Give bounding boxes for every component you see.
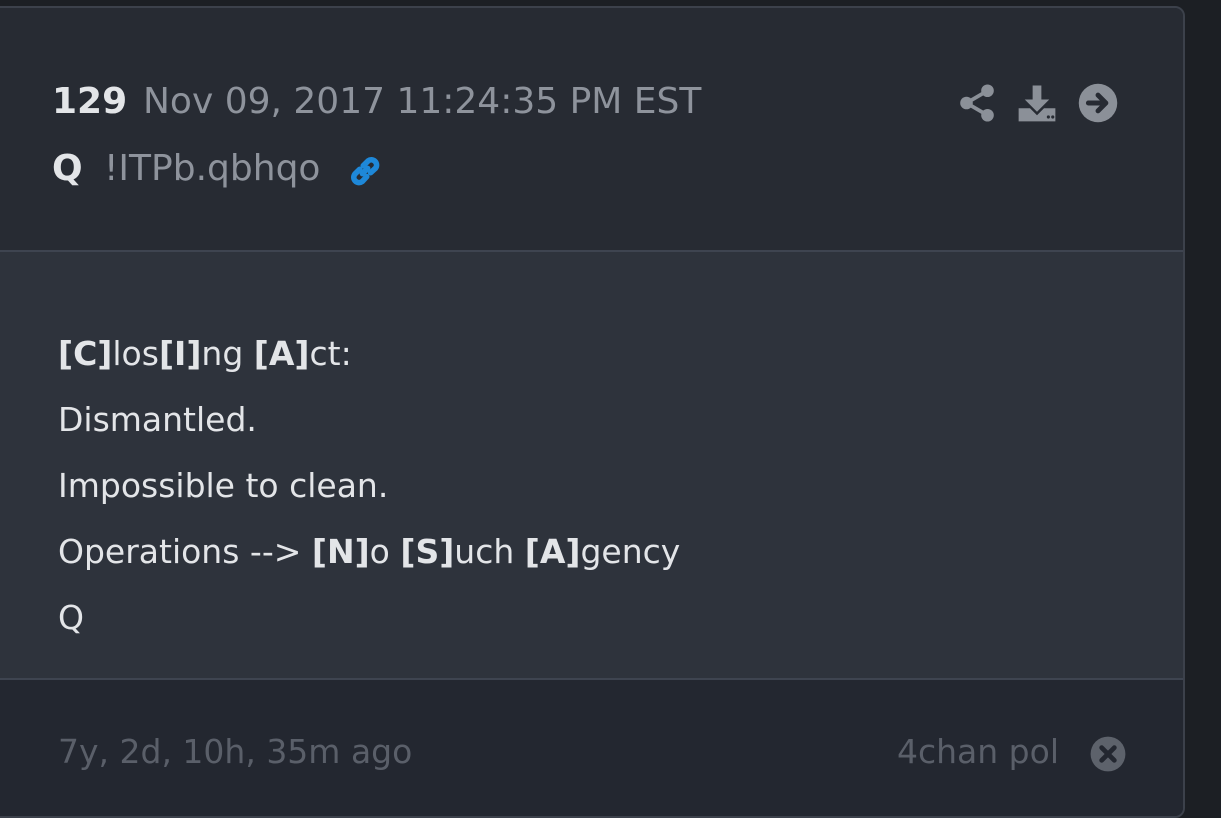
post-line-3: Impossible to clean. bbox=[58, 466, 389, 505]
share-icon[interactable] bbox=[956, 82, 998, 124]
post-line-1: [C]los[I]ng [A]ct: bbox=[58, 334, 352, 373]
post-footer: 7y, 2d, 10h, 35m ago 4chan pol bbox=[0, 678, 1183, 816]
post-card: 129 Nov 09, 2017 11:24:35 PM EST Q !ITPb… bbox=[0, 6, 1185, 818]
link-icon[interactable] bbox=[344, 150, 386, 192]
post-line-4: Operations --> [N]o [S]uch [A]gency bbox=[58, 532, 681, 571]
arrow-right-circle-icon[interactable] bbox=[1077, 82, 1119, 124]
post-source: 4chan pol bbox=[897, 732, 1059, 771]
post-author: Q bbox=[52, 148, 83, 189]
post-age: 7y, 2d, 10h, 35m ago bbox=[58, 732, 413, 771]
post-body: [C]los[I]ng [A]ct: Dismantled. Impossibl… bbox=[0, 252, 1183, 678]
post-number: 129 bbox=[52, 81, 128, 122]
download-icon[interactable] bbox=[1016, 82, 1058, 124]
post-date: Nov 09, 2017 11:24:35 PM EST bbox=[143, 81, 702, 122]
post-tripcode: !ITPb.qbhqo bbox=[104, 148, 321, 189]
post-line-5: Q bbox=[58, 598, 84, 637]
post-header: 129 Nov 09, 2017 11:24:35 PM EST Q !ITPb… bbox=[0, 8, 1183, 252]
close-circle-icon[interactable] bbox=[1089, 735, 1127, 773]
post-line-2: Dismantled. bbox=[58, 400, 257, 439]
